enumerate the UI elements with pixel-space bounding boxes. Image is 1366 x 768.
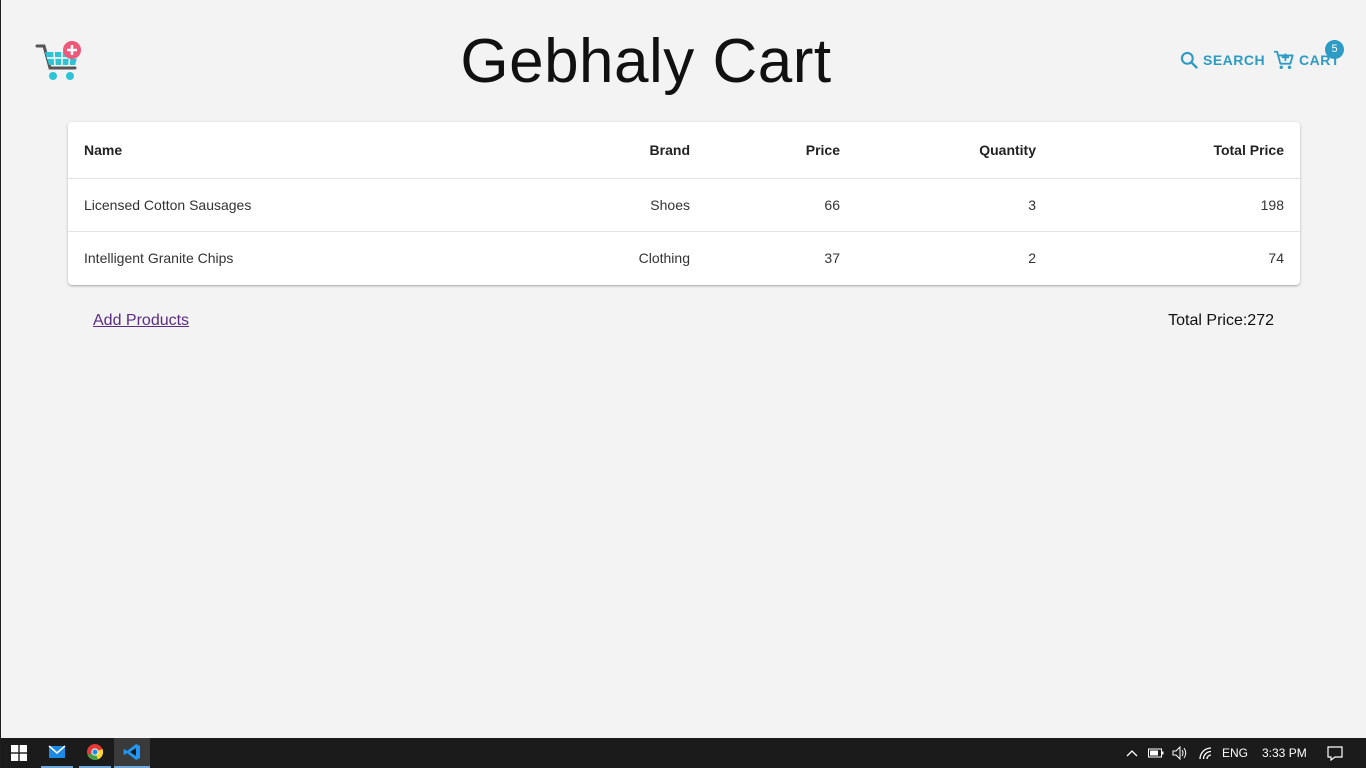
cell-total-price: 74 xyxy=(1268,249,1284,266)
windows-start-icon[interactable] xyxy=(1,738,37,768)
cart-count-badge: 5 xyxy=(1325,40,1344,59)
column-header-brand: Brand xyxy=(518,122,706,179)
search-icon xyxy=(1180,51,1198,69)
cell-quantity: 2 xyxy=(1028,249,1036,266)
clock[interactable]: 3:33 PM xyxy=(1262,746,1307,760)
battery-icon[interactable] xyxy=(1147,738,1165,768)
column-header-price: Price xyxy=(706,122,856,179)
cell-brand: Clothing xyxy=(638,249,690,266)
table-row: Intelligent Granite Chips Clothing 37 2 … xyxy=(68,231,1300,284)
chrome-icon[interactable] xyxy=(79,738,111,768)
app-header: Gebhaly Cart SEARCH CART 5 xyxy=(1,0,1366,122)
add-shopping-cart-icon xyxy=(1273,50,1294,69)
language-indicator[interactable]: ENG xyxy=(1222,746,1248,760)
windows-taskbar: ENG 3:33 PM xyxy=(1,738,1366,768)
table-header-row: Name Brand Price Quantity Total Price xyxy=(68,122,1300,179)
search-label: SEARCH xyxy=(1203,52,1266,68)
chevron-up-icon[interactable] xyxy=(1123,738,1141,768)
cell-price: 66 xyxy=(706,178,856,232)
column-header-total-price: Total Price xyxy=(1052,122,1300,179)
volume-icon[interactable] xyxy=(1171,738,1189,768)
cell-quantity: 3 xyxy=(856,178,1052,232)
cell-brand: Shoes xyxy=(518,178,706,232)
wifi-icon[interactable] xyxy=(1197,738,1215,768)
notification-icon[interactable] xyxy=(1323,738,1347,768)
cell-name: Intelligent Granite Chips xyxy=(84,249,234,266)
search-button[interactable]: SEARCH xyxy=(1179,48,1265,72)
cell-name: Licensed Cotton Sausages xyxy=(68,178,518,232)
add-products-link[interactable]: Add Products xyxy=(93,312,189,330)
table-row: Licensed Cotton Sausages Shoes 66 3 198 xyxy=(68,178,1300,232)
cart-total-price: Total Price:272 xyxy=(1168,312,1274,329)
mail-icon[interactable] xyxy=(41,738,73,768)
vscode-icon[interactable] xyxy=(114,738,150,768)
cart-table: Name Brand Price Quantity Total Price Li… xyxy=(68,122,1300,285)
cell-total-price: 198 xyxy=(1052,178,1300,232)
cell-price: 37 xyxy=(824,249,840,266)
column-header-name: Name xyxy=(68,122,518,179)
page-title: Gebhaly Cart xyxy=(460,27,832,96)
column-header-quantity: Quantity xyxy=(856,122,1052,179)
